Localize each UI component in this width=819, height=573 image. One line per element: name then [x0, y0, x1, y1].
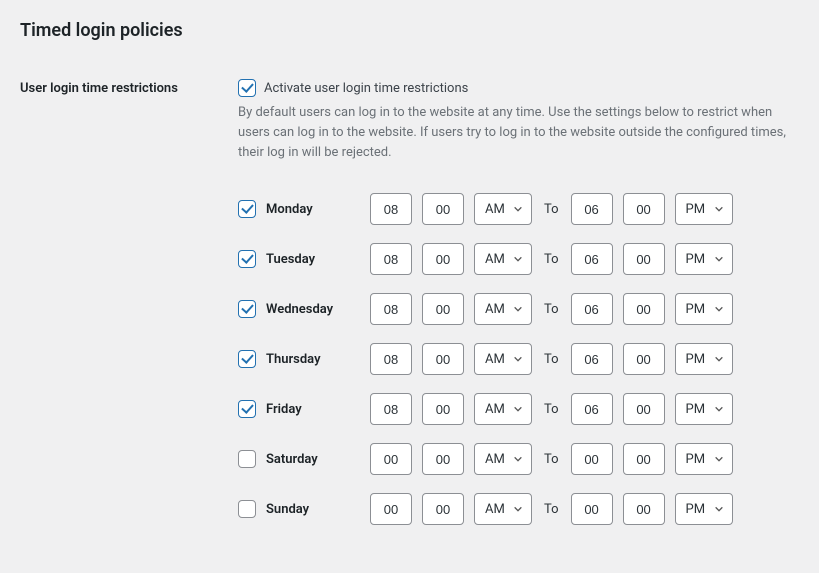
day-name-label: Sunday — [266, 502, 309, 517]
to-minute-input[interactable] — [623, 343, 665, 375]
to-ampm-select[interactable]: PM — [675, 443, 733, 475]
chevron-down-icon — [513, 304, 523, 314]
from-hour-input[interactable] — [370, 443, 412, 475]
from-minute-input[interactable] — [422, 243, 464, 275]
to-ampm-select[interactable]: PM — [675, 193, 733, 225]
from-ampm-select[interactable]: AM — [474, 443, 532, 475]
activate-restrictions-checkbox[interactable] — [238, 79, 256, 97]
to-hour-input[interactable] — [571, 193, 613, 225]
from-hour-input[interactable] — [370, 193, 412, 225]
to-hour-input[interactable] — [571, 243, 613, 275]
day-row-sunday: Sunday AM To PM — [238, 493, 799, 525]
day-row-tuesday: Tuesday AM To PM — [238, 243, 799, 275]
to-label: To — [542, 502, 561, 517]
from-minute-input[interactable] — [422, 193, 464, 225]
day-name-label: Tuesday — [266, 252, 315, 267]
from-hour-input[interactable] — [370, 243, 412, 275]
day-row-thursday: Thursday AM To PM — [238, 343, 799, 375]
to-ampm-select[interactable]: PM — [675, 293, 733, 325]
to-hour-input[interactable] — [571, 393, 613, 425]
chevron-down-icon — [714, 254, 724, 264]
chevron-down-icon — [714, 204, 724, 214]
from-minute-input[interactable] — [422, 493, 464, 525]
chevron-down-icon — [513, 454, 523, 464]
day-enabled-checkbox[interactable] — [238, 300, 256, 318]
section-label: User login time restrictions — [20, 79, 238, 543]
to-label: To — [542, 352, 561, 367]
chevron-down-icon — [714, 354, 724, 364]
to-label: To — [542, 452, 561, 467]
from-ampm-select[interactable]: AM — [474, 243, 532, 275]
from-hour-input[interactable] — [370, 293, 412, 325]
to-label: To — [542, 202, 561, 217]
to-minute-input[interactable] — [623, 293, 665, 325]
from-hour-input[interactable] — [370, 393, 412, 425]
to-minute-input[interactable] — [623, 393, 665, 425]
to-minute-input[interactable] — [623, 443, 665, 475]
chevron-down-icon — [714, 504, 724, 514]
chevron-down-icon — [513, 354, 523, 364]
day-enabled-checkbox[interactable] — [238, 200, 256, 218]
to-label: To — [542, 402, 561, 417]
from-minute-input[interactable] — [422, 293, 464, 325]
activate-restrictions-label: Activate user login time restrictions — [264, 81, 468, 96]
from-minute-input[interactable] — [422, 393, 464, 425]
day-name-label: Thursday — [266, 352, 321, 367]
chevron-down-icon — [513, 254, 523, 264]
day-enabled-checkbox[interactable] — [238, 350, 256, 368]
chevron-down-icon — [513, 404, 523, 414]
to-ampm-select[interactable]: PM — [675, 343, 733, 375]
chevron-down-icon — [513, 204, 523, 214]
day-row-wednesday: Wednesday AM To PM — [238, 293, 799, 325]
to-label: To — [542, 252, 561, 267]
page-title: Timed login policies — [20, 20, 799, 41]
to-ampm-select[interactable]: PM — [675, 493, 733, 525]
to-hour-input[interactable] — [571, 293, 613, 325]
day-name-label: Wednesday — [266, 302, 333, 317]
chevron-down-icon — [714, 454, 724, 464]
day-enabled-checkbox[interactable] — [238, 450, 256, 468]
chevron-down-icon — [513, 504, 523, 514]
from-ampm-select[interactable]: AM — [474, 293, 532, 325]
from-ampm-select[interactable]: AM — [474, 493, 532, 525]
to-hour-input[interactable] — [571, 343, 613, 375]
day-row-monday: Monday AM To PM — [238, 193, 799, 225]
chevron-down-icon — [714, 304, 724, 314]
day-row-friday: Friday AM To PM — [238, 393, 799, 425]
to-ampm-select[interactable]: PM — [675, 393, 733, 425]
from-hour-input[interactable] — [370, 343, 412, 375]
chevron-down-icon — [714, 404, 724, 414]
day-name-label: Saturday — [266, 452, 318, 467]
to-minute-input[interactable] — [623, 493, 665, 525]
day-enabled-checkbox[interactable] — [238, 500, 256, 518]
day-name-label: Monday — [266, 202, 313, 217]
to-ampm-select[interactable]: PM — [675, 243, 733, 275]
from-ampm-select[interactable]: AM — [474, 193, 532, 225]
day-name-label: Friday — [266, 402, 302, 417]
restrictions-description: By default users can log in to the websi… — [238, 103, 798, 163]
to-minute-input[interactable] — [623, 243, 665, 275]
from-hour-input[interactable] — [370, 493, 412, 525]
to-hour-input[interactable] — [571, 493, 613, 525]
to-minute-input[interactable] — [623, 193, 665, 225]
day-row-saturday: Saturday AM To PM — [238, 443, 799, 475]
from-ampm-select[interactable]: AM — [474, 343, 532, 375]
day-enabled-checkbox[interactable] — [238, 400, 256, 418]
from-ampm-select[interactable]: AM — [474, 393, 532, 425]
to-label: To — [542, 302, 561, 317]
from-minute-input[interactable] — [422, 343, 464, 375]
to-hour-input[interactable] — [571, 443, 613, 475]
from-minute-input[interactable] — [422, 443, 464, 475]
day-enabled-checkbox[interactable] — [238, 250, 256, 268]
